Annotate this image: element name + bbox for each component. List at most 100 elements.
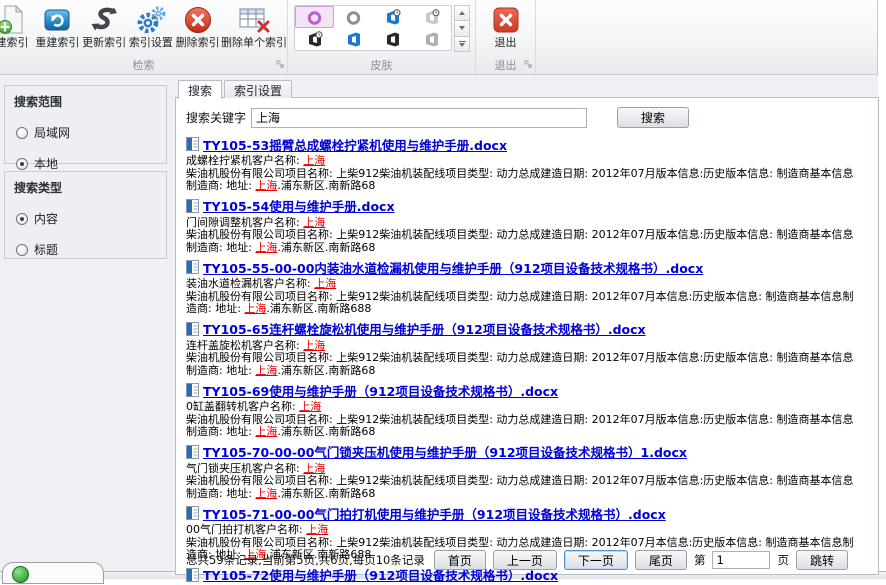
result-item: TY105-55-00-00内装油水道检漏机使用与维护手册（912项目设备技术规…	[186, 260, 868, 316]
exit-button[interactable]: 退出	[476, 0, 535, 50]
skin-office-blue-icon[interactable]	[334, 28, 373, 50]
keyword-highlight: 上海	[244, 302, 266, 315]
skin-office-purple-ring-icon[interactable]	[295, 6, 334, 28]
pagination-summary: 总共59条记录,当前第5页,共6页,每页10条记录	[186, 552, 425, 568]
search-scope-title: 搜索范围	[5, 86, 166, 110]
keyword-highlight: 上海	[303, 154, 325, 167]
ribbon-group-exit: 退出 退出	[476, 0, 536, 74]
radio-button-icon[interactable]	[16, 127, 28, 139]
word-document-icon	[186, 445, 199, 462]
radio-lan[interactable]: 局域网	[16, 124, 166, 141]
result-detail-line: 制造商: 地址: 上海.浦东新区.南新路68	[186, 488, 868, 501]
search-type-title: 搜索类型	[5, 172, 166, 196]
result-title-link[interactable]: TY105-71-00-00气门拍打机使用与维护手册（912项目设备技术规格书）…	[203, 507, 666, 523]
page-number-input[interactable]	[712, 551, 770, 569]
ribbon-empty-area	[536, 0, 877, 74]
search-row: 搜索关键字 搜索	[186, 107, 868, 128]
ribbon-group-skin: 皮肤	[288, 0, 476, 74]
rebuild-index-icon	[42, 4, 72, 36]
pagination-bar: 总共59条记录,当前第5页,共6页,每页10条记录 首页上一页下一页尾页 第 页…	[186, 550, 870, 570]
keyword-highlight: 上海	[303, 216, 325, 229]
radio-title[interactable]: 标题	[16, 241, 166, 258]
notification-balloon-fragment[interactable]	[2, 562, 104, 584]
search-keyword-label: 搜索关键字	[186, 109, 246, 126]
tab-strip: 搜索 索引设置	[178, 80, 292, 99]
result-item: TY105-70-00-00气门锁夹压机使用与维护手册（912项目设备技术规格书…	[186, 445, 868, 501]
result-item: TY105-53摇臂总成螺栓拧紧机使用与维护手册.docx成螺栓拧紧机客户名称:…	[186, 137, 868, 193]
result-item: TY105-54使用与维护手册.docx门间隙调整机客户名称: 上海柴油机股份有…	[186, 199, 868, 255]
word-document-icon	[186, 260, 199, 277]
word-document-icon	[186, 506, 199, 523]
prev-page-button[interactable]: 上一页	[493, 550, 557, 570]
word-document-icon	[186, 568, 199, 585]
search-keyword-input[interactable]	[251, 108, 587, 128]
gallery-dropdown-icon[interactable]	[454, 36, 470, 52]
radio-button-icon[interactable]	[16, 244, 28, 256]
rebuild-index-button[interactable]: 重建索引	[34, 2, 81, 50]
last-page-button[interactable]: 尾页	[635, 550, 687, 570]
search-scope-groupbox: 搜索范围 局域网本地	[4, 85, 167, 164]
result-detail-line: 制造商: 地址: 上海.浦东新区.南新路68	[186, 365, 868, 378]
first-page-button[interactable]: 首页	[434, 550, 486, 570]
word-document-icon	[186, 383, 199, 400]
search-button[interactable]: 搜索	[617, 107, 689, 128]
result-title-link[interactable]: TY105-65连杆螺栓旋松机使用与维护手册（912项目设备技术规格书）.doc…	[203, 322, 646, 338]
result-item: TY105-72使用与维护手册（912项目设备技术规格书）.docx	[186, 568, 868, 585]
tab-index-settings[interactable]: 索引设置	[224, 80, 292, 98]
keyword-highlight: 上海	[255, 487, 277, 500]
keyword-highlight: 上海	[255, 241, 277, 254]
radio-content[interactable]: 内容	[16, 210, 166, 227]
next-page-button[interactable]: 下一页	[564, 550, 628, 570]
keyword-highlight: 上海	[255, 425, 277, 438]
skin-office-black-clock-icon[interactable]	[295, 28, 334, 50]
skin-office-blue-clock-icon[interactable]	[373, 6, 412, 28]
dialog-launcher-icon[interactable]	[524, 53, 532, 72]
keyword-highlight: 上海	[255, 364, 277, 377]
result-title-link[interactable]: TY105-69使用与维护手册（912项目设备技术规格书）.docx	[203, 384, 558, 400]
result-title-link[interactable]: TY105-53摇臂总成螺栓拧紧机使用与维护手册.docx	[203, 138, 507, 154]
keyword-highlight: 上海	[303, 339, 325, 352]
skin-office-gray-icon[interactable]	[412, 28, 451, 50]
result-detail-line: 制造商: 地址: 上海.浦东新区.南新路68	[186, 426, 868, 439]
exit-button-label: 退出	[495, 36, 517, 50]
skin-office-light-clock-icon[interactable]	[412, 6, 451, 28]
search-panel: 搜索关键字 搜索 TY105-53摇臂总成螺栓拧紧机使用与维护手册.docx成螺…	[175, 97, 879, 575]
page-number-prefix: 第	[694, 552, 706, 568]
result-detail-line: 造商: 地址: 上海.浦东新区.南新路688	[186, 303, 868, 316]
result-detail-line: 制造商: 地址: 上海.浦东新区.南新路68	[186, 242, 868, 255]
result-item: TY105-69使用与维护手册（912项目设备技术规格书）.docx0缸盖翻转机…	[186, 383, 868, 439]
tab-search[interactable]: 搜索	[178, 80, 222, 99]
radio-local[interactable]: 本地	[16, 155, 166, 172]
dialog-launcher-icon[interactable]	[276, 53, 284, 72]
result-detail-line: 制造商: 地址: 上海.浦东新区.南新路68	[186, 180, 868, 193]
skin-office-black-icon[interactable]	[373, 28, 412, 50]
page-number-suffix: 页	[777, 552, 789, 568]
skin-office-gray-ring-icon[interactable]	[334, 6, 373, 28]
keyword-highlight: 上海	[314, 277, 336, 290]
create-index-icon	[0, 4, 27, 36]
results-list: TY105-53摇臂总成螺栓拧紧机使用与维护手册.docx成螺栓拧紧机客户名称:…	[186, 137, 868, 585]
result-item: TY105-65连杆螺栓旋松机使用与维护手册（912项目设备技术规格书）.doc…	[186, 322, 868, 378]
update-index-button[interactable]: 更新索引	[81, 2, 128, 50]
create-index-button[interactable]: 建索引	[0, 2, 34, 50]
result-title-link[interactable]: TY105-54使用与维护手册.docx	[203, 199, 395, 215]
gallery-scroll-up-icon[interactable]	[454, 5, 470, 21]
update-index-icon	[89, 4, 119, 36]
skin-gallery-spinner	[454, 5, 470, 51]
ribbon: 建索引重建索引更新索引索引设置删除索引删除单个索引 检索 皮肤 退出 退出	[0, 0, 878, 75]
delete-single-index-button[interactable]: 删除单个索引	[221, 2, 287, 50]
delete-index-button[interactable]: 删除索引	[174, 2, 221, 50]
result-title-link[interactable]: TY105-72使用与维护手册（912项目设备技术规格书）.docx	[203, 568, 558, 584]
index-settings-button[interactable]: 索引设置	[127, 2, 174, 50]
gallery-scroll-down-icon[interactable]	[454, 20, 470, 36]
word-document-icon	[186, 137, 199, 154]
keyword-highlight: 上海	[306, 523, 328, 536]
radio-button-icon[interactable]	[16, 158, 28, 170]
skin-gallery	[294, 5, 452, 51]
go-to-page-button[interactable]: 跳转	[796, 550, 848, 570]
result-title-link[interactable]: TY105-55-00-00内装油水道检漏机使用与维护手册（912项目设备技术规…	[203, 261, 703, 277]
radio-button-icon[interactable]	[16, 213, 28, 225]
result-title-link[interactable]: TY105-70-00-00气门锁夹压机使用与维护手册（912项目设备技术规格书…	[203, 445, 687, 461]
exit-icon	[493, 4, 519, 36]
index-settings-icon	[136, 4, 166, 36]
